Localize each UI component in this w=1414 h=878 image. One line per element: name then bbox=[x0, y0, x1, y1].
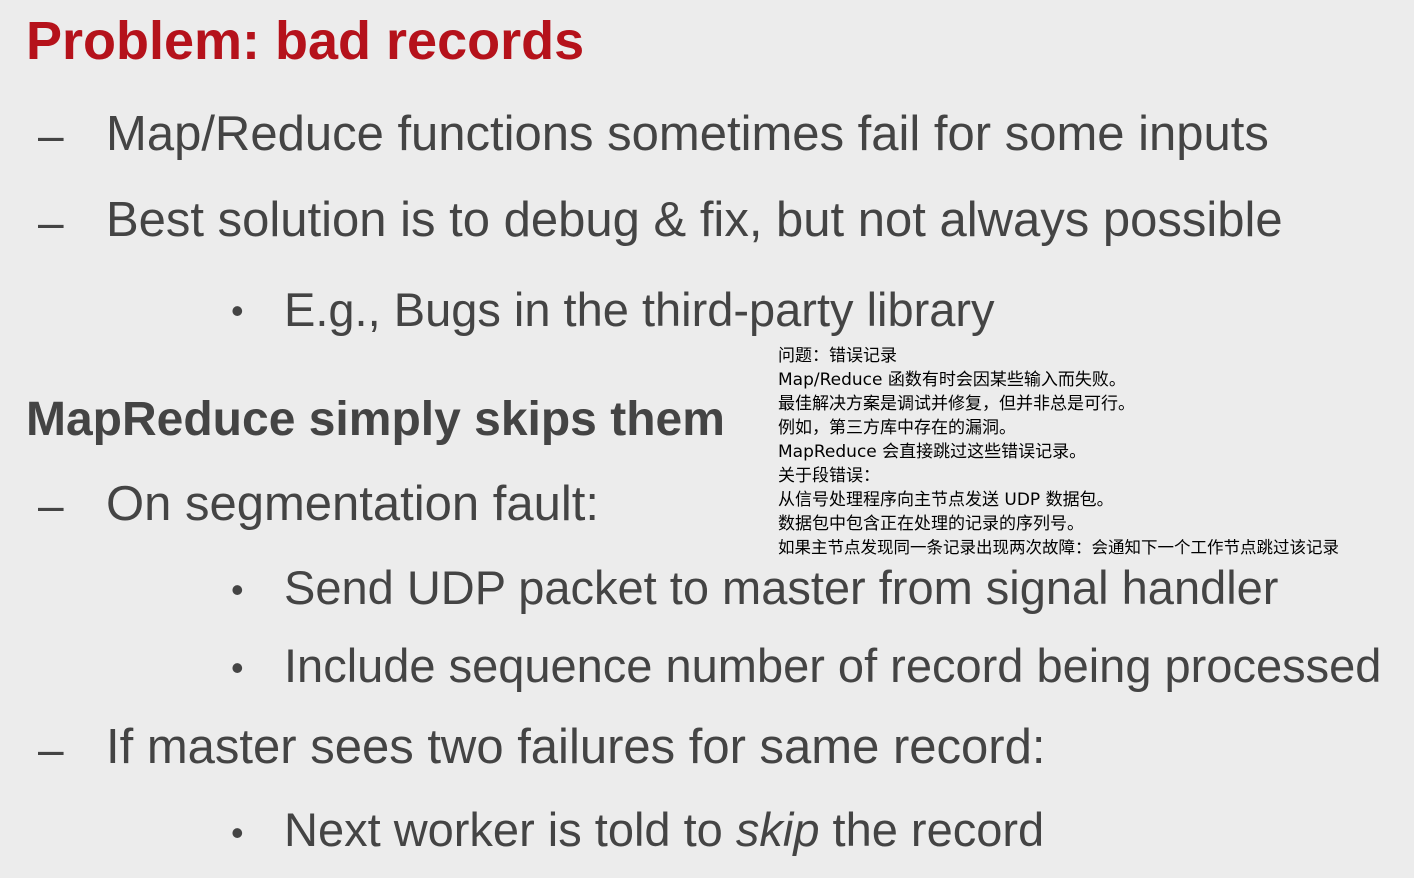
subtitle-line: 数据包中包含正在处理的记录的序列号。 bbox=[778, 514, 1084, 534]
point-master-failures: If master sees two failures for same rec… bbox=[106, 720, 1046, 774]
skip-text-before: Next worker is told to bbox=[284, 803, 736, 856]
subtitle-line: 问题：错误记录 bbox=[778, 346, 897, 366]
subtitle-line: 关于段错误： bbox=[778, 466, 880, 486]
subtitle-line: MapReduce 会直接跳过这些错误记录。 bbox=[778, 442, 1087, 462]
sub-point-udp: Send UDP packet to master from signal ha… bbox=[284, 561, 1279, 614]
sub-point-skip: Next worker is told to skip the record bbox=[284, 806, 1044, 853]
dash-marker-1: – bbox=[38, 109, 64, 161]
subtitle-line: 如果主节点发现同一条记录出现两次故障：会通知下一个工作节点跳过该记录 bbox=[778, 538, 1339, 557]
bullet-marker-2: • bbox=[231, 569, 244, 610]
skip-text-after: the record bbox=[819, 803, 1045, 856]
subtitle-line: 例如，第三方库中存在的漏洞。 bbox=[778, 418, 1016, 438]
slide: Problem: bad records – Map/Reduce functi… bbox=[0, 0, 1414, 878]
translation-subtitle-overlay: 问题：错误记录 Map/Reduce 函数有时会因某些输入而失败。 最佳解决方案… bbox=[778, 344, 1408, 560]
section-heading-skips: MapReduce simply skips them bbox=[26, 393, 725, 446]
dash-marker-4: – bbox=[38, 723, 64, 775]
point-best-solution: Best solution is to debug & fix, but not… bbox=[106, 193, 1283, 247]
bullet-marker-1: • bbox=[231, 290, 244, 331]
subtitle-line: 最佳解决方案是调试并修复，但并非总是可行。 bbox=[778, 394, 1135, 414]
slide-title: Problem: bad records bbox=[26, 11, 585, 71]
point-map-reduce-fail: Map/Reduce functions sometimes fail for … bbox=[106, 107, 1269, 161]
sub-point-sequence: Include sequence number of record being … bbox=[284, 639, 1382, 692]
point-segfault: On segmentation fault: bbox=[106, 477, 600, 531]
skip-emphasis: skip bbox=[735, 803, 820, 856]
dash-marker-3: – bbox=[38, 479, 64, 531]
subtitle-line: 从信号处理程序向主节点发送 UDP 数据包。 bbox=[778, 490, 1114, 510]
subtitle-line: Map/Reduce 函数有时会因某些输入而失败。 bbox=[778, 370, 1126, 390]
sub-point-third-party: E.g., Bugs in the third-party library bbox=[284, 283, 995, 336]
bullet-marker-5: • bbox=[231, 812, 244, 853]
dash-marker-2: – bbox=[38, 196, 64, 248]
bullet-marker-3: • bbox=[231, 647, 244, 688]
